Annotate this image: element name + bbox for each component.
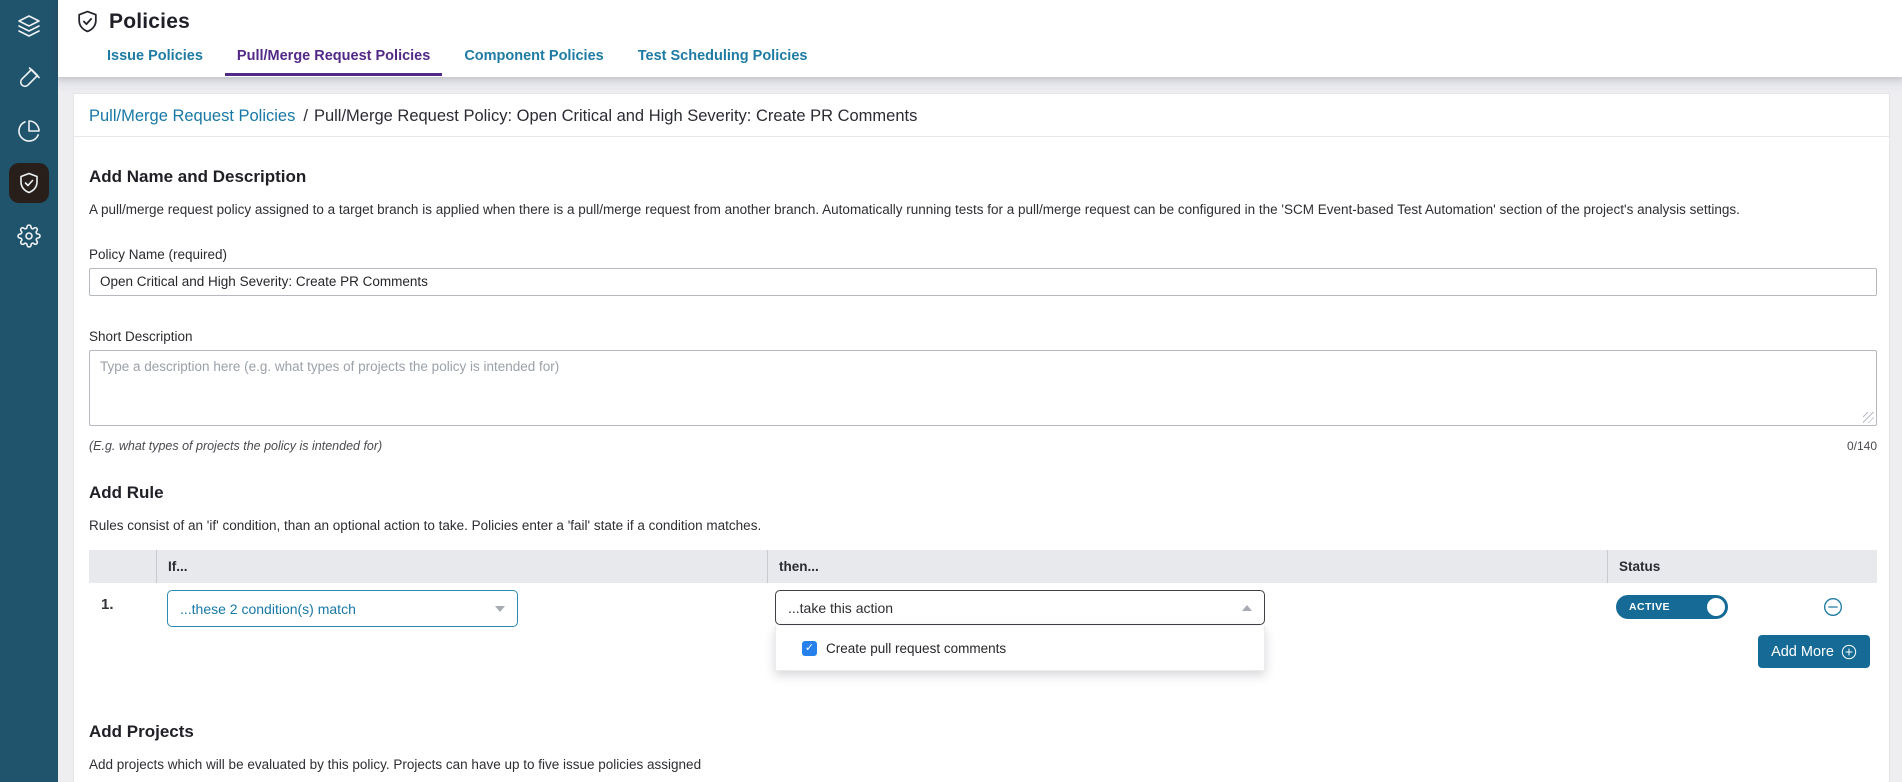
projects-section-description: Add projects which will be evaluated by … [89,754,1875,776]
action-option-label: Create pull request comments [826,641,1006,656]
chevron-down-icon [495,606,505,612]
breadcrumb-link[interactable]: Pull/Merge Request Policies [89,107,295,125]
if-condition-dropdown[interactable]: ...these 2 condition(s) match [167,590,518,627]
projects-section-heading: Add Projects [89,722,1875,742]
remove-rule-button[interactable] [1823,597,1843,617]
minus-circle-icon [1823,597,1843,617]
breadcrumb: Pull/Merge Request Policies / Pull/Merge R… [89,107,1875,126]
breadcrumb-divider [74,136,1889,137]
policy-name-input[interactable] [89,268,1877,296]
policy-card: Pull/Merge Request Policies / Pull/Merge R… [73,93,1890,782]
page-title: Policies [109,10,190,34]
status-toggle-label: ACTIVE [1629,601,1670,613]
name-section-description: A pull/merge request policy assigned to … [89,199,1875,221]
add-more-label: Add More [1771,644,1834,660]
tab-pull-merge-request-policies[interactable]: Pull/Merge Request Policies [225,44,442,76]
plus-circle-icon [1841,644,1857,660]
gear-icon [17,224,41,248]
short-description-label: Short Description [89,329,1875,344]
hint-row: (E.g. what types of projects the policy … [89,439,1877,453]
tab-issue-policies[interactable]: Issue Policies [95,44,215,76]
name-section-heading: Add Name and Description [89,167,1875,187]
rule-row-number: 1. [101,596,114,613]
breadcrumb-separator: / [303,107,308,125]
pie-chart-icon [17,119,41,143]
rules-table: If... then... Status 1. ...these 2 condi… [89,550,1877,680]
sidebar-item-tests[interactable] [9,58,49,98]
header: Policies Issue Policies Pull/Merge Reque… [58,0,1902,77]
content-area: Pull/Merge Request Policies / Pull/Merge R… [58,77,1902,782]
policies-shield-icon [75,9,100,34]
rule-section-description: Rules consist of an 'if' condition, than… [89,515,1875,537]
tab-component-policies[interactable]: Component Policies [452,44,615,76]
main-area: Policies Issue Policies Pull/Merge Reque… [58,0,1902,782]
sidebar-item-reports[interactable] [9,111,49,151]
rules-table-header: If... then... Status [89,550,1877,583]
textarea-resize-handle[interactable] [1863,412,1874,423]
chevron-up-icon [1242,605,1252,611]
add-more-button[interactable]: Add More [1758,635,1870,668]
title-row: Policies [58,0,1902,34]
action-dropdown-panel: ✓ Create pull request comments [775,626,1265,671]
then-action-value: ...take this action [788,600,893,616]
sidebar-item-settings[interactable] [9,216,49,256]
column-header-status: Status [1607,550,1877,583]
create-pr-comments-checkbox[interactable]: ✓ [802,641,817,656]
test-tube-icon [17,66,41,90]
column-header-number [89,550,156,583]
breadcrumb-current: Pull/Merge Request Policy: Open Critical… [314,107,917,125]
tab-bar: Issue Policies Pull/Merge Request Polici… [95,44,1902,76]
column-header-then: then... [767,550,1607,583]
short-description-textarea[interactable] [89,350,1877,426]
status-toggle-knob [1707,598,1725,616]
tab-test-scheduling-policies[interactable]: Test Scheduling Policies [626,44,820,76]
column-header-if: If... [156,550,767,583]
policy-name-label: Policy Name (required) [89,247,1875,262]
sidebar [0,0,58,782]
policies-page: Policies Issue Policies Pull/Merge Reque… [0,0,1902,782]
layers-icon [17,14,41,38]
sidebar-item-layers[interactable] [9,6,49,46]
rule-row: 1. ...these 2 condition(s) match ...take… [89,583,1877,680]
status-toggle[interactable]: ACTIVE [1616,595,1728,619]
rule-section-heading: Add Rule [89,483,1875,503]
sidebar-item-policies[interactable] [9,163,49,203]
shield-check-icon [17,171,41,195]
short-description-hint: (E.g. what types of projects the policy … [89,439,382,453]
short-description-wrap [89,350,1877,426]
if-condition-value: ...these 2 condition(s) match [180,601,356,617]
then-action-dropdown[interactable]: ...take this action [775,590,1265,625]
char-counter: 0/140 [1847,439,1877,453]
